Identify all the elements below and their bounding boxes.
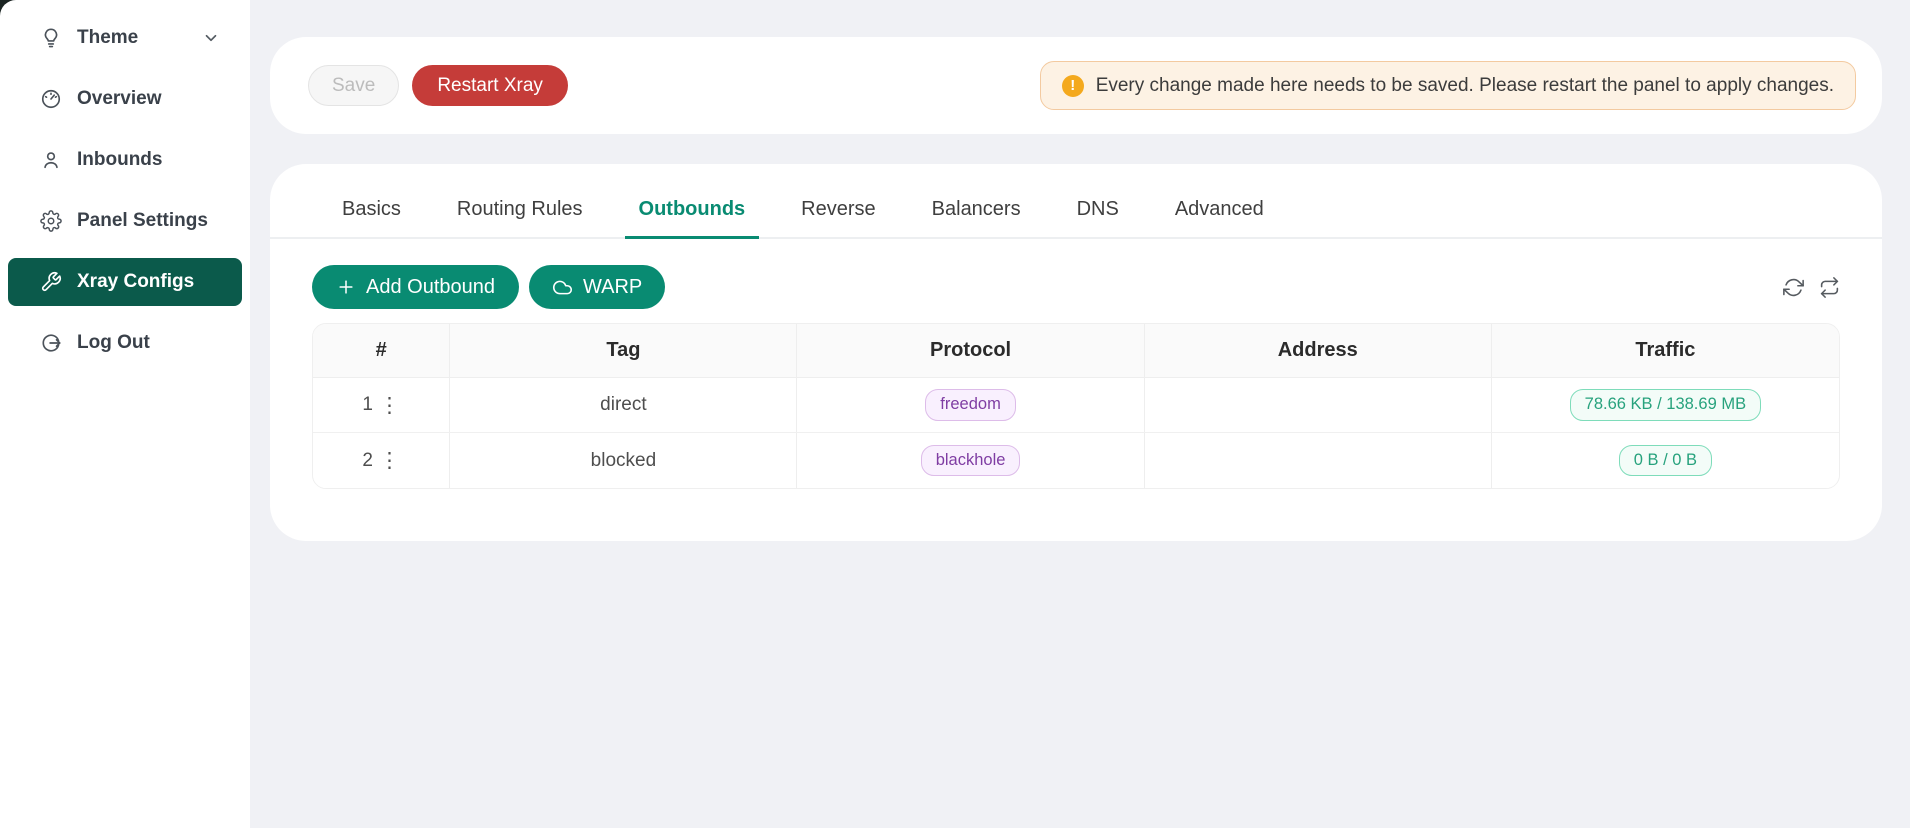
row-menu-icon[interactable]: ⋮ xyxy=(379,450,400,471)
sidebar-item-label: Panel Settings xyxy=(77,210,208,232)
dashboard-icon xyxy=(40,88,62,110)
column-header-address: Address xyxy=(1145,324,1492,377)
sidebar-item-label: Log Out xyxy=(77,332,150,354)
cloud-icon xyxy=(552,277,573,298)
user-icon xyxy=(40,149,62,171)
restart-xray-button[interactable]: Restart Xray xyxy=(412,65,568,106)
outbounds-action-row: Add Outbound WARP xyxy=(312,265,1840,309)
row-menu-icon[interactable]: ⋮ xyxy=(379,395,400,416)
tab-advanced[interactable]: Advanced xyxy=(1161,198,1278,239)
sidebar-item-theme[interactable]: Theme xyxy=(8,14,242,62)
sidebar-item-inbounds[interactable]: Inbounds xyxy=(8,136,242,184)
column-header-index: # xyxy=(313,324,450,377)
gear-icon xyxy=(40,210,62,232)
table-row: 2 ⋮ blocked blackhole 0 B / 0 B xyxy=(313,433,1839,488)
protocol-badge: blackhole xyxy=(921,445,1021,476)
tag-cell: blocked xyxy=(450,433,797,488)
add-outbound-label: Add Outbound xyxy=(366,276,495,299)
table-header-row: # Tag Protocol Address Traffic xyxy=(313,324,1839,378)
save-button[interactable]: Save xyxy=(308,65,399,106)
sidebar-item-log-out[interactable]: Log Out xyxy=(8,319,242,367)
toolbar-card: Save Restart Xray ! Every change made he… xyxy=(270,37,1882,134)
protocol-cell: freedom xyxy=(797,378,1144,432)
sidebar-item-label: Inbounds xyxy=(77,149,162,171)
warp-label: WARP xyxy=(583,276,642,299)
tab-basics[interactable]: Basics xyxy=(328,198,415,239)
xray-config-card: Basics Routing Rules Outbounds Reverse B… xyxy=(270,164,1882,541)
app-root: Theme Overview xyxy=(0,0,1910,828)
restart-warning-alert: ! Every change made here needs to be sav… xyxy=(1040,61,1856,110)
sidebar: Theme Overview xyxy=(0,0,250,828)
repeat-icon[interactable] xyxy=(1819,277,1840,298)
warning-icon: ! xyxy=(1062,75,1084,97)
alert-text: Every change made here needs to be saved… xyxy=(1096,75,1834,97)
config-tabs: Basics Routing Rules Outbounds Reverse B… xyxy=(270,198,1882,239)
tab-dns[interactable]: DNS xyxy=(1063,198,1133,239)
chevron-down-icon[interactable] xyxy=(202,29,220,47)
table-tools xyxy=(1783,277,1840,298)
traffic-badge: 0 B / 0 B xyxy=(1619,445,1712,476)
sidebar-item-overview[interactable]: Overview xyxy=(8,75,242,123)
tab-balancers[interactable]: Balancers xyxy=(918,198,1035,239)
add-outbound-button[interactable]: Add Outbound xyxy=(312,265,519,309)
row-index: 2 xyxy=(362,450,373,472)
outbounds-table: # Tag Protocol Address Traffic 1 ⋮ direc… xyxy=(312,323,1840,489)
protocol-cell: blackhole xyxy=(797,433,1144,488)
sidebar-item-label: Overview xyxy=(77,88,162,110)
wrench-icon xyxy=(40,271,62,293)
warp-button[interactable]: WARP xyxy=(529,265,665,309)
sidebar-item-label: Theme xyxy=(77,27,138,49)
bulb-icon xyxy=(40,27,62,49)
traffic-badge: 78.66 KB / 138.69 MB xyxy=(1570,389,1761,420)
tab-routing-rules[interactable]: Routing Rules xyxy=(443,198,597,239)
address-cell xyxy=(1145,433,1492,488)
address-cell xyxy=(1145,378,1492,432)
plus-icon xyxy=(336,277,356,297)
traffic-cell: 0 B / 0 B xyxy=(1492,433,1839,488)
refresh-icon[interactable] xyxy=(1783,277,1804,298)
sidebar-item-panel-settings[interactable]: Panel Settings xyxy=(8,197,242,245)
protocol-badge: freedom xyxy=(925,389,1016,420)
tab-outbounds[interactable]: Outbounds xyxy=(625,198,760,239)
column-header-protocol: Protocol xyxy=(797,324,1144,377)
column-header-tag: Tag xyxy=(450,324,797,377)
column-header-traffic: Traffic xyxy=(1492,324,1839,377)
logout-icon xyxy=(40,332,62,354)
row-index: 1 xyxy=(362,394,373,416)
traffic-cell: 78.66 KB / 138.69 MB xyxy=(1492,378,1839,432)
tag-cell: direct xyxy=(450,378,797,432)
index-cell: 2 ⋮ xyxy=(313,433,450,488)
tab-reverse[interactable]: Reverse xyxy=(787,198,889,239)
sidebar-item-label: Xray Configs xyxy=(77,271,194,293)
index-cell: 1 ⋮ xyxy=(313,378,450,432)
table-row: 1 ⋮ direct freedom 78.66 KB / 138.69 MB xyxy=(313,378,1839,433)
sidebar-item-xray-configs[interactable]: Xray Configs xyxy=(8,258,242,306)
